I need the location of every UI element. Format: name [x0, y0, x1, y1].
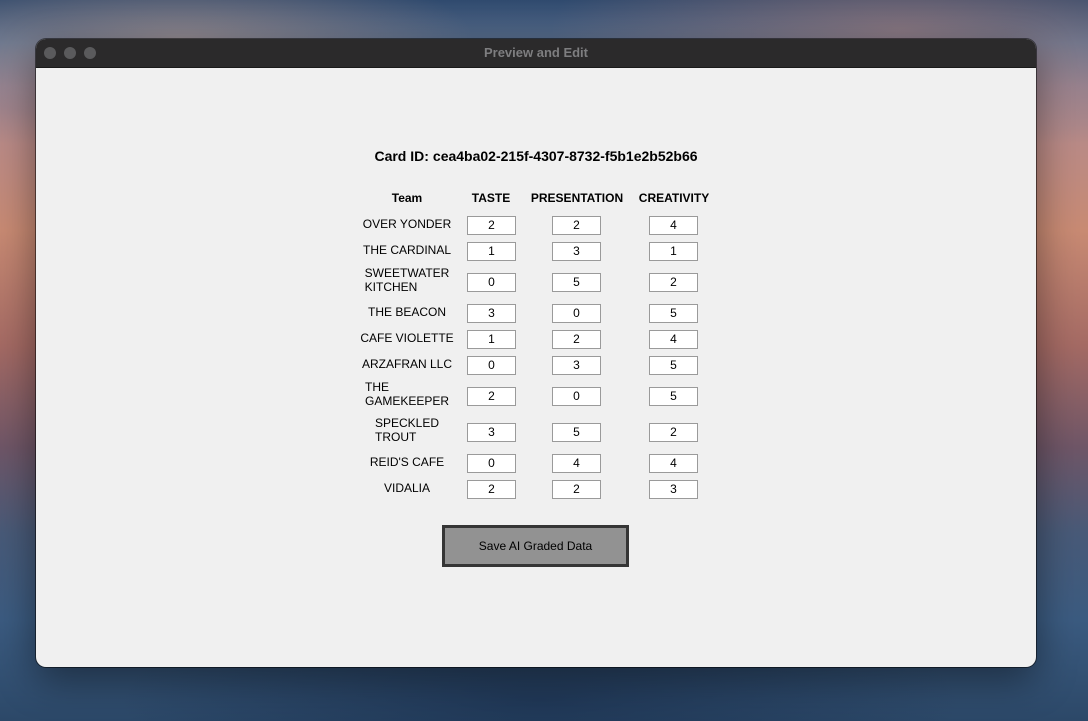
- team-name: SWEETWATER KITCHEN: [364, 266, 450, 294]
- creativity-score-input[interactable]: 5: [649, 387, 698, 406]
- column-header-taste: TASTE: [471, 191, 511, 205]
- creativity-score-input[interactable]: 5: [649, 304, 698, 323]
- team-name: REID'S CAFE: [369, 455, 445, 469]
- taste-score-input[interactable]: 2: [467, 480, 516, 499]
- taste-score-input[interactable]: 0: [467, 273, 516, 292]
- presentation-score-input[interactable]: 3: [552, 356, 601, 375]
- preview-edit-window: Preview and Edit Card ID: cea4ba02-215f-4…: [36, 39, 1036, 667]
- team-name: THE GAMEKEEPER: [364, 380, 450, 408]
- creativity-score-input[interactable]: 2: [649, 273, 698, 292]
- team-name: THE BEACON: [367, 305, 447, 319]
- taste-score-input[interactable]: 1: [467, 242, 516, 261]
- window-title: Preview and Edit: [483, 45, 589, 60]
- save-ai-graded-data-button[interactable]: Save AI Graded Data: [442, 525, 629, 567]
- team-name: VIDALIA: [383, 481, 431, 495]
- presentation-score-input[interactable]: 3: [552, 242, 601, 261]
- presentation-score-input[interactable]: 2: [552, 330, 601, 349]
- presentation-score-input[interactable]: 0: [552, 304, 601, 323]
- column-header-presentation: PRESENTATION: [530, 191, 624, 205]
- presentation-score-input[interactable]: 0: [552, 387, 601, 406]
- presentation-score-input[interactable]: 5: [552, 423, 601, 442]
- taste-score-input[interactable]: 0: [467, 356, 516, 375]
- taste-score-input[interactable]: 0: [467, 454, 516, 473]
- title-bar[interactable]: Preview and Edit: [36, 39, 1036, 68]
- team-name: THE CARDINAL: [362, 243, 452, 257]
- creativity-score-input[interactable]: 4: [649, 330, 698, 349]
- card-id-value: cea4ba02-215f-4307-8732-f5b1e2b52b66: [432, 148, 698, 164]
- taste-score-input[interactable]: 2: [467, 387, 516, 406]
- creativity-score-input[interactable]: 4: [649, 454, 698, 473]
- card-id-heading: Card ID: cea4ba02-215f-4307-8732-f5b1e2b5…: [36, 148, 1036, 164]
- card-id-label: Card ID:: [374, 148, 429, 164]
- presentation-score-input[interactable]: 5: [552, 273, 601, 292]
- team-name: SPECKLED TROUT: [374, 416, 440, 444]
- creativity-score-input[interactable]: 4: [649, 216, 698, 235]
- team-name: ARZAFRAN LLC: [361, 357, 453, 371]
- team-name: CAFE VIOLETTE: [360, 331, 454, 345]
- taste-score-input[interactable]: 3: [467, 304, 516, 323]
- content-area: Card ID: cea4ba02-215f-4307-8732-f5b1e2b5…: [36, 67, 1036, 667]
- team-name: OVER YONDER: [362, 217, 452, 231]
- column-header-creativity: CREATIVITY: [638, 191, 710, 205]
- creativity-score-input[interactable]: 3: [649, 480, 698, 499]
- presentation-score-input[interactable]: 4: [552, 454, 601, 473]
- taste-score-input[interactable]: 2: [467, 216, 516, 235]
- taste-score-input[interactable]: 3: [467, 423, 516, 442]
- creativity-score-input[interactable]: 2: [649, 423, 698, 442]
- column-header-team: Team: [391, 191, 423, 205]
- taste-score-input[interactable]: 1: [467, 330, 516, 349]
- creativity-score-input[interactable]: 5: [649, 356, 698, 375]
- presentation-score-input[interactable]: 2: [552, 216, 601, 235]
- creativity-score-input[interactable]: 1: [649, 242, 698, 261]
- presentation-score-input[interactable]: 2: [552, 480, 601, 499]
